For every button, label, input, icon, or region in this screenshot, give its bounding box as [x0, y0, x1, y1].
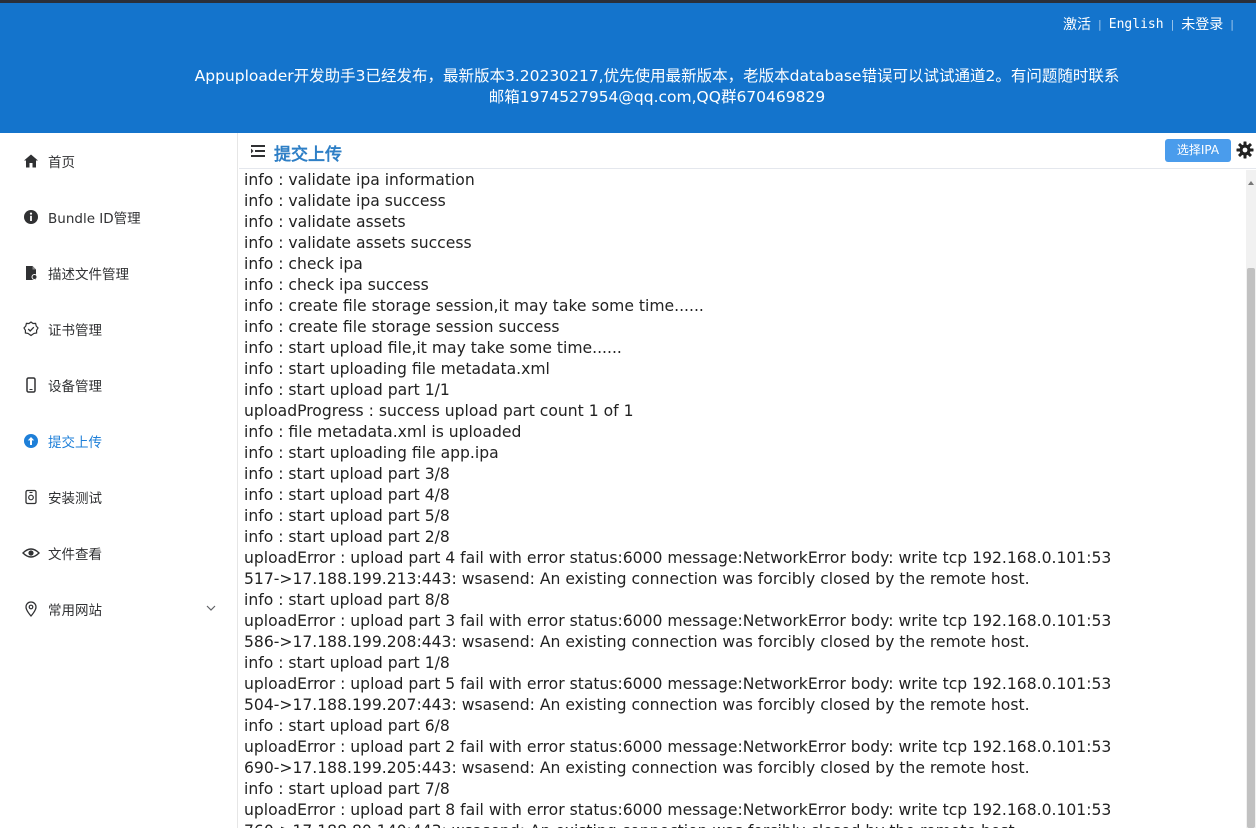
log-line: info : start upload part 1/8	[244, 654, 450, 672]
log-line: info : start upload part 2/8	[244, 528, 450, 546]
sidebar: 首页 Bundle ID管理 描述文件管理 证书管理 设备管理 提交上传 安装测…	[0, 133, 238, 828]
eye-icon	[22, 544, 40, 562]
install-icon	[22, 488, 40, 506]
log-line: uploadError : upload part 3 fail with er…	[244, 612, 1112, 651]
log-line: info : create file storage session succe…	[244, 318, 560, 336]
badge-check-icon	[22, 320, 40, 338]
log-line: info : validate assets	[244, 213, 406, 231]
info-icon	[22, 208, 40, 226]
menu-fold-icon[interactable]	[250, 143, 266, 159]
log-line: info : start upload part 7/8	[244, 780, 450, 798]
sidebar-item-label: 提交上传	[48, 435, 102, 451]
home-icon	[22, 152, 40, 170]
log-line: info : check ipa	[244, 255, 363, 273]
sidebar-item-bundle-id[interactable]: Bundle ID管理	[0, 189, 237, 245]
sidebar-item-label: 设备管理	[48, 379, 102, 395]
log-line: info : start upload part 4/8	[244, 486, 450, 504]
log-line: info : validate ipa success	[244, 192, 446, 210]
log-line: uploadError : upload part 4 fail with er…	[244, 549, 1112, 588]
sidebar-item-certificates[interactable]: 证书管理	[0, 301, 237, 357]
log-line: info : validate assets success	[244, 234, 472, 252]
log-line: info : start uploading file app.ipa	[244, 444, 499, 462]
sidebar-item-file-view[interactable]: 文件查看	[0, 525, 237, 581]
log-line: info : check ipa success	[244, 276, 429, 294]
sidebar-item-common-sites[interactable]: 常用网站	[0, 581, 237, 637]
chevron-down-icon[interactable]	[205, 602, 217, 614]
language-english-link[interactable]: English	[1109, 17, 1164, 32]
sidebar-item-label: 文件查看	[48, 547, 102, 563]
scrollbar-thumb[interactable]	[1247, 268, 1255, 828]
sidebar-item-label: 描述文件管理	[48, 267, 129, 283]
log-list: info : validate ipa information info : va…	[239, 170, 1119, 828]
select-ipa-button[interactable]: 选择IPA	[1165, 139, 1231, 162]
log-line: uploadError : upload part 8 fail with er…	[244, 801, 1112, 828]
location-icon	[22, 600, 40, 618]
sidebar-item-install-test[interactable]: 安装测试	[0, 469, 237, 525]
log-line: info : start upload part 5/8	[244, 507, 450, 525]
phone-icon	[22, 376, 40, 394]
upload-log: info : validate ipa information info : va…	[239, 170, 1246, 828]
log-line: info : start upload file,it may take som…	[244, 339, 622, 357]
content-title-bar: 提交上传 选择IPA	[239, 133, 1256, 169]
log-line: uploadError : upload part 2 fail with er…	[244, 738, 1112, 777]
link-separator: |	[1230, 17, 1234, 31]
log-line: info : file metadata.xml is uploaded	[244, 423, 522, 441]
activate-link[interactable]: 激活	[1063, 14, 1091, 34]
sidebar-item-devices[interactable]: 设备管理	[0, 357, 237, 413]
log-line: info : start upload part 3/8	[244, 465, 450, 483]
log-line: info : start upload part 6/8	[244, 717, 450, 735]
log-line: info : start uploading file metadata.xml	[244, 360, 550, 378]
sidebar-item-label: 首页	[48, 155, 75, 171]
header-banner: 激活 | English | 未登录 | Appuploader开发助手3已经发…	[0, 3, 1256, 133]
log-scrollbar[interactable]	[1246, 170, 1256, 828]
link-separator: |	[1098, 17, 1102, 31]
top-links: 激活 | English | 未登录 |	[1063, 14, 1234, 34]
link-separator: |	[1170, 17, 1175, 31]
sidebar-item-label: 常用网站	[48, 603, 102, 619]
log-line: info : start upload part 1/1	[244, 381, 450, 399]
announcement-line-2: 邮箱1974527954@qq.com,QQ群670469829	[488, 88, 826, 106]
log-line: uploadProgress : success upload part cou…	[244, 402, 634, 420]
announcement-line-1: Appuploader开发助手3已经发布，最新版本3.20230217,优先使用…	[194, 67, 1120, 85]
log-line: info : start upload part 8/8	[244, 591, 450, 609]
sidebar-item-upload[interactable]: 提交上传	[0, 413, 237, 469]
upload-icon	[22, 432, 40, 450]
log-line: info : validate ipa information	[244, 171, 475, 189]
scroll-up-arrow-icon[interactable]	[1247, 172, 1255, 185]
log-line: uploadError : upload part 5 fail with er…	[244, 675, 1112, 714]
sidebar-item-profiles[interactable]: 描述文件管理	[0, 245, 237, 301]
sidebar-item-label: 证书管理	[48, 323, 102, 339]
sidebar-item-label: Bundle ID管理	[48, 211, 141, 227]
log-line: info : create file storage session,it ma…	[244, 297, 704, 315]
sidebar-item-label: 安装测试	[48, 491, 102, 507]
sidebar-item-home[interactable]: 首页	[0, 133, 237, 189]
gear-icon[interactable]	[1236, 141, 1254, 159]
file-icon	[22, 264, 40, 282]
login-status-link[interactable]: 未登录	[1181, 14, 1223, 34]
page-title: 提交上传	[274, 145, 342, 165]
announcement: Appuploader开发助手3已经发布，最新版本3.20230217,优先使用…	[0, 66, 1256, 108]
